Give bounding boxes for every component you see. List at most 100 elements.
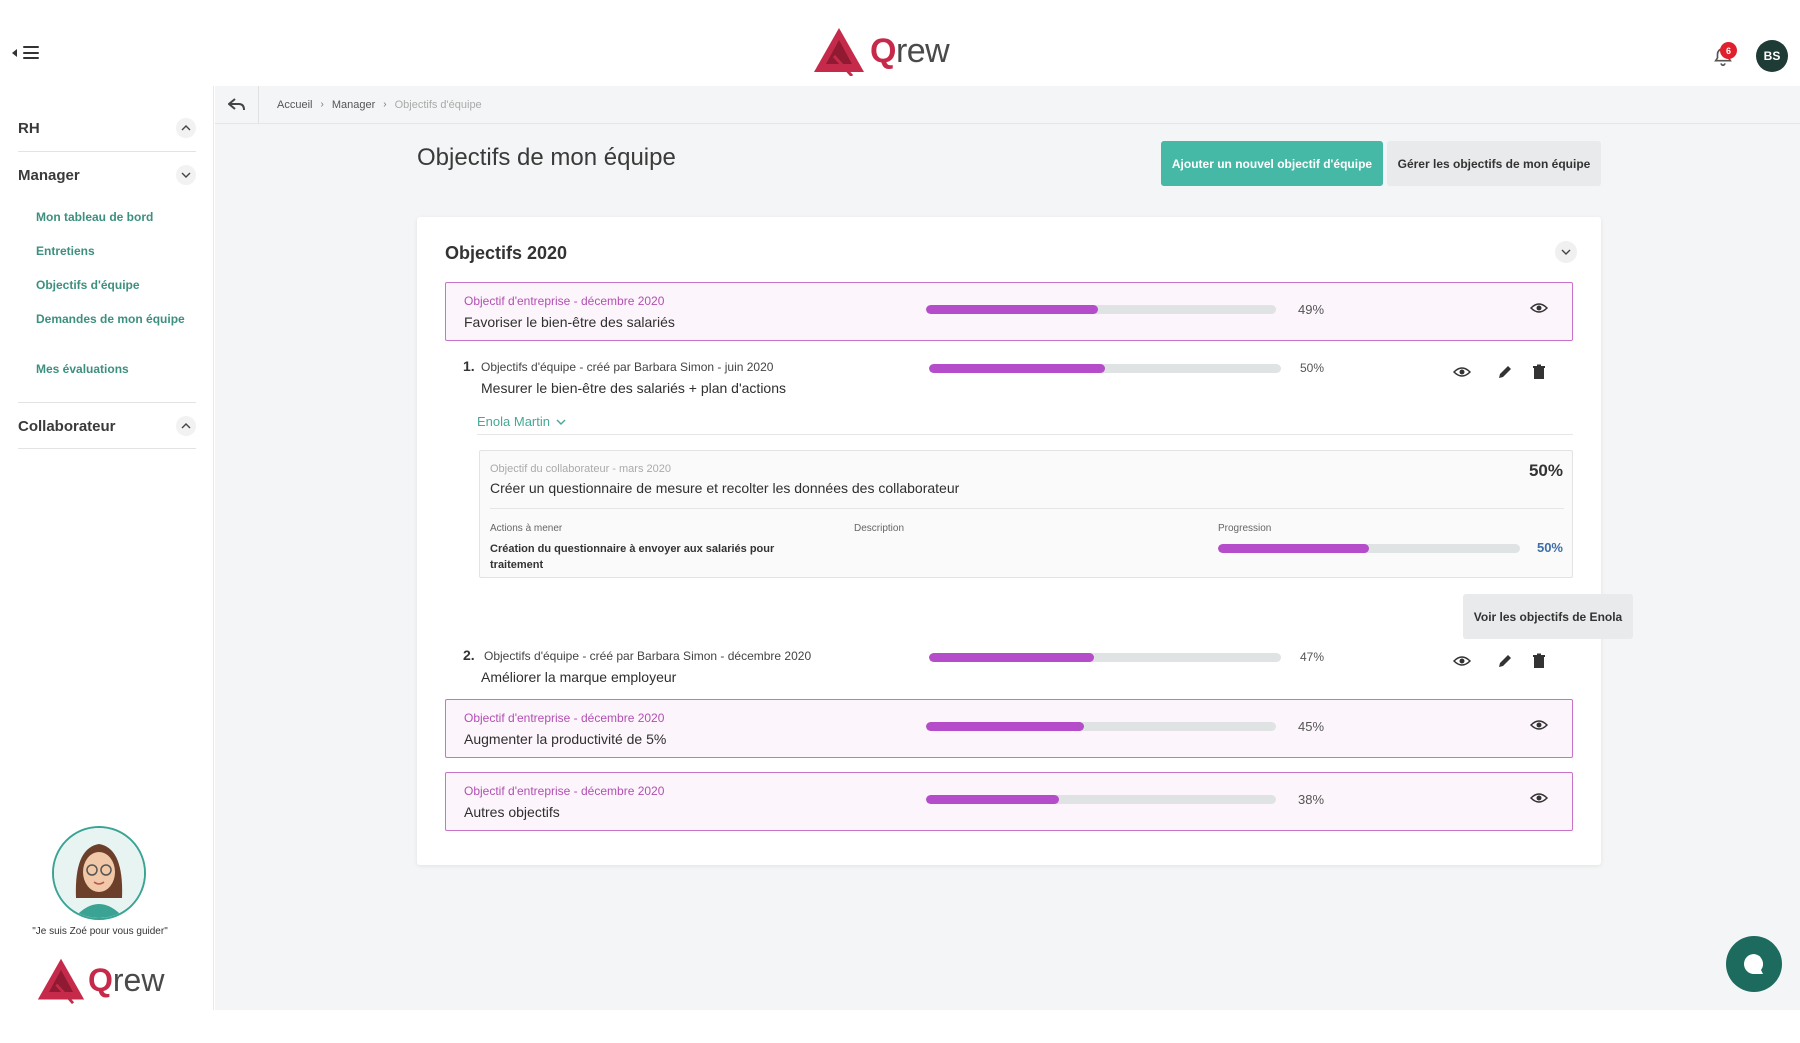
progress-bar [926, 722, 1276, 731]
team-objective-name: Améliorer la marque employeur [481, 669, 677, 685]
company-objective: Objectif d'entreprise - décembre 2020 Au… [445, 772, 1573, 831]
page-title: Objectifs de mon équipe [417, 144, 676, 171]
sidebar-item-team-requests[interactable]: Demandes de mon équipe [36, 312, 186, 327]
sidebar-divider [18, 448, 196, 449]
team-objective-meta: Objectifs d'équipe - créé par Barbara Si… [481, 360, 774, 374]
team-objective-meta: Objectifs d'équipe - créé par Barbara Si… [484, 649, 812, 663]
progress-percent: 50% [1300, 361, 1325, 375]
eye-icon[interactable] [1530, 302, 1548, 314]
action-progress-percent: 50% [1536, 540, 1563, 555]
card-title: Objectifs 2020 [445, 243, 568, 263]
sidebar-item-dashboard[interactable]: Mon tableau de bord [36, 210, 186, 225]
progress-percent: 45% [1298, 719, 1325, 734]
user-avatar[interactable]: BS [1756, 40, 1788, 72]
progress-bar [929, 364, 1281, 373]
chevron-down-icon [556, 419, 566, 425]
company-objective-label: Objectif d'entreprise - décembre 2020 [464, 294, 665, 308]
member-name: Enola Martin [477, 414, 550, 429]
team-objective-number: 1. [463, 358, 475, 374]
company-objective-name: Favoriser le bien-être des salariés [464, 314, 675, 330]
team-objective-name: Mesurer le bien-être des salariés + plan… [481, 380, 786, 396]
progress-bar [926, 795, 1276, 804]
team-objective: 2. Objectifs d'équipe - créé par Barbara… [445, 647, 1573, 685]
collaborator-objective: Objectif du collaborateur - mars 2020 Cr… [479, 450, 1573, 578]
progress-percent: 47% [1300, 650, 1325, 664]
collapse-button[interactable] [1555, 241, 1577, 263]
trash-icon[interactable] [1531, 653, 1547, 669]
chevron-right-icon: › [320, 99, 324, 110]
sidebar-section-rh[interactable]: RH [18, 118, 196, 138]
add-team-objective-button[interactable]: Ajouter un nouvel objectif d'équipe [1161, 141, 1383, 186]
sidebar-item-evaluations[interactable]: Mes évaluations [36, 362, 186, 377]
collaborator-objective-name: Créer un questionnaire de mesure et reco… [490, 480, 960, 496]
sidebar-item-team-objectives[interactable]: Objectifs d'équipe [36, 278, 186, 293]
breadcrumb-item-accueil[interactable]: Accueil [277, 99, 312, 111]
action-text: Création du questionnaire à envoyer aux … [490, 543, 775, 571]
member-divider [477, 434, 1573, 435]
chat-bubble-icon [1744, 954, 1764, 974]
back-button[interactable] [215, 85, 259, 124]
pencil-icon[interactable] [1497, 653, 1513, 669]
breadcrumb: Accueil › Manager › Objectifs d'équipe [277, 99, 482, 111]
menu-toggle-button[interactable] [12, 46, 39, 59]
sidebar-section-collaborateur[interactable]: Collaborateur [18, 416, 196, 436]
sidebar-divider [18, 151, 196, 152]
brand-wordmark: Qrew [88, 961, 165, 998]
guide-illustration [54, 828, 144, 918]
eye-icon[interactable] [1530, 719, 1548, 731]
sidebar-section-title: Manager [18, 166, 80, 184]
progress-bar [1218, 544, 1520, 553]
trash-icon[interactable] [1531, 364, 1547, 380]
company-objective-label: Objectif d'entreprise - décembre 2020 [464, 784, 665, 798]
notification-badge: 6 [1720, 42, 1737, 59]
chevron-down-icon[interactable] [176, 165, 196, 185]
chevron-left-icon [12, 48, 17, 57]
objectives-card: Objectifs 2020 Objectif d'entreprise - d… [417, 217, 1633, 865]
progress-percent: 38% [1298, 792, 1325, 807]
sidebar-section-title: Collaborateur [18, 417, 116, 435]
eye-icon[interactable] [1453, 655, 1471, 667]
brand-logo-bottom: Qrew [36, 956, 164, 1004]
chat-button[interactable] [1726, 936, 1782, 992]
column-header-description: Description [854, 523, 905, 534]
company-objective-label: Objectif d'entreprise - décembre 2020 [464, 711, 665, 725]
hamburger-icon [23, 46, 39, 59]
collaborator-objective-meta: Objectif du collaborateur - mars 2020 [490, 463, 671, 475]
divider [490, 508, 1564, 509]
chevron-right-icon: › [383, 99, 387, 110]
eye-icon[interactable] [1453, 366, 1471, 378]
view-enola-objectives-button[interactable]: Voir les objectifs de Enola [1463, 594, 1633, 639]
manage-team-objectives-button[interactable]: Gérer les objectifs de mon équipe [1387, 141, 1601, 186]
progress-bar [926, 305, 1276, 314]
guide-avatar[interactable] [52, 826, 146, 920]
eye-icon[interactable] [1530, 792, 1548, 804]
chevron-up-icon[interactable] [176, 416, 196, 436]
sidebar: RH Manager Mon tableau de bord Entretien… [0, 86, 214, 1010]
breadcrumb-item-manager[interactable]: Manager [332, 99, 375, 111]
team-objective: 1. Objectifs d'équipe - créé par Barbara… [445, 358, 1573, 396]
top-bar: Qrew 6 BS [0, 0, 1800, 86]
sidebar-item-entretiens[interactable]: Entretiens [36, 244, 186, 259]
company-objective-name: Augmenter la productivité de 5% [464, 731, 667, 747]
brand-wordmark: Qrew [870, 31, 950, 70]
team-objective-number: 2. [463, 647, 475, 663]
chevron-down-icon [1561, 249, 1571, 255]
sidebar-section-manager[interactable]: Manager [18, 165, 196, 185]
breadcrumb-item-current: Objectifs d'équipe [394, 98, 482, 111]
bottom-strip [214, 1010, 1800, 1043]
progress-bar [929, 653, 1281, 662]
progress-percent: 49% [1298, 302, 1325, 317]
column-header-progression: Progression [1218, 523, 1272, 534]
company-objective: Objectif d'entreprise - décembre 2020 Au… [445, 699, 1573, 758]
brand-logo[interactable]: Qrew [812, 26, 950, 76]
brand-triangle-icon [37, 958, 85, 1004]
company-objective-name: Autres objectifs [464, 804, 560, 820]
sidebar-divider [18, 402, 196, 403]
chevron-up-icon[interactable] [176, 118, 196, 138]
member-toggle-enola[interactable]: Enola Martin [477, 414, 566, 429]
collaborator-objective-percent: 50% [1528, 461, 1563, 480]
breadcrumb-bar: Accueil › Manager › Objectifs d'équipe [215, 85, 1800, 124]
pencil-icon[interactable] [1497, 364, 1513, 380]
guide-caption: "Je suis Zoé pour vous guider" [32, 926, 168, 937]
brand-triangle-icon [814, 28, 864, 76]
